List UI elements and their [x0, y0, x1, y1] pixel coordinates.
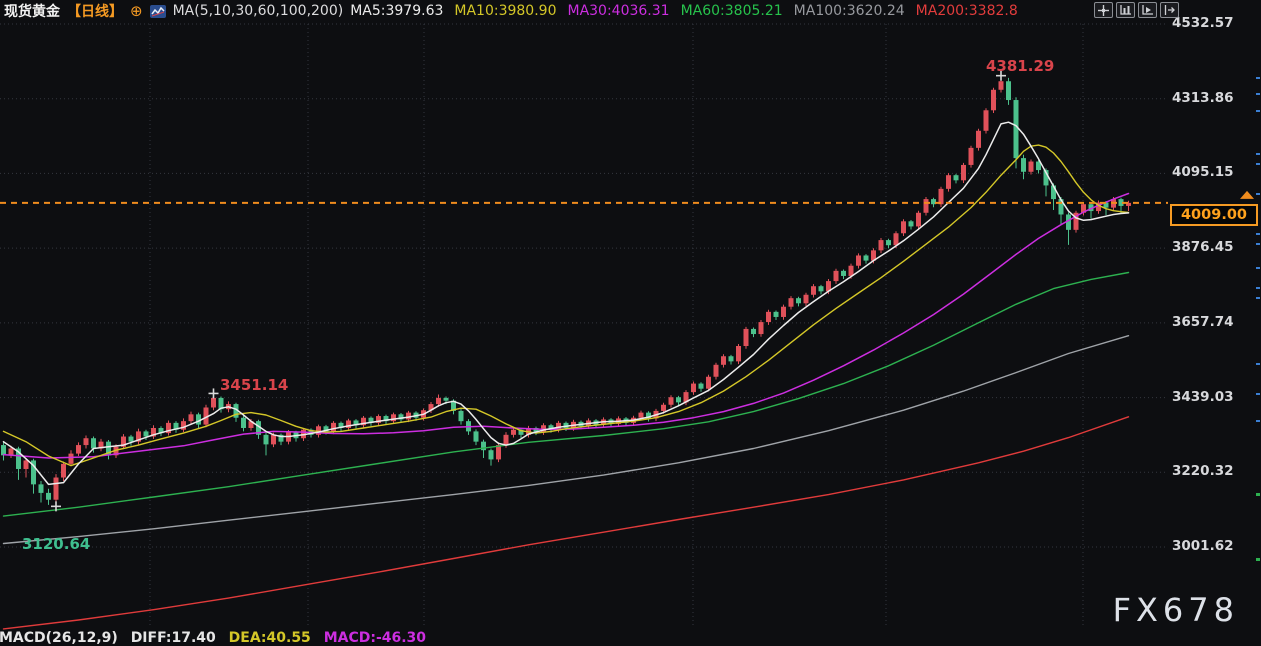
instrument-title: 现货黄金: [4, 4, 60, 20]
price-annotation: 4381.29: [986, 57, 1054, 75]
scroll-to-price-icon: [1240, 190, 1254, 199]
macd-dea-value: DEA:40.55: [228, 630, 311, 646]
price-chart[interactable]: 4381.29 3451.14 3120.64: [0, 0, 1261, 639]
chart-toolbar: [1094, 2, 1179, 18]
chart-header: 现货黄金 【日线】 ⊕ MA(5,10,30,60,100,200) MA5:3…: [0, 0, 1261, 22]
macd-params-label: MACD(26,12,9): [0, 630, 118, 646]
axis-bars-icon[interactable]: [1116, 2, 1135, 18]
axis-label: 3220.32: [1172, 463, 1234, 480]
ma-legend-item: MA60:3805.21: [680, 3, 783, 19]
pane-arrow-icon[interactable]: [1160, 2, 1179, 18]
last-price-badge: 4009.00: [1170, 203, 1258, 226]
ma-legend: MA5:3979.63 MA10:3980.90 MA30:4036.31 MA60:…: [350, 3, 1029, 19]
price-annotation: 3451.14: [220, 376, 288, 394]
axis-label: 4095.15: [1172, 164, 1234, 181]
ma-legend-item: MA200:3382.8: [915, 3, 1018, 19]
ma-legend-item: MA100:3620.24: [793, 3, 905, 19]
axis-label: 3876.45: [1172, 239, 1234, 256]
macd-value: MACD:-46.30: [323, 630, 427, 646]
axis-label: 4313.86: [1172, 89, 1234, 106]
macd-status-bar: MACD(26,12,9) DIFF:17.40 DEA:40.55 MACD:…: [0, 630, 434, 646]
ma-legend-item: MA30:4036.31: [567, 3, 670, 19]
price-annotation: 3120.64: [22, 535, 90, 553]
watermark: FX678: [1112, 591, 1239, 629]
macd-diff-value: DIFF:17.40: [130, 630, 216, 646]
ma-legend-item: MA10:3980.90: [454, 3, 557, 19]
ma-legend-item: MA5:3979.63: [350, 3, 444, 19]
mini-chart-icon[interactable]: [149, 4, 166, 18]
ma-settings-label[interactable]: MA(5,10,30,60,100,200): [173, 3, 344, 19]
axis-play-icon[interactable]: [1138, 2, 1157, 18]
axis-label: 3439.03: [1172, 388, 1234, 405]
crosshair-move-icon[interactable]: [1094, 2, 1113, 18]
period-label[interactable]: 【日线】: [67, 1, 123, 21]
axis-label: 3001.62: [1172, 538, 1234, 554]
axis-label: 3657.74: [1172, 313, 1234, 330]
circle-plus-icon[interactable]: ⊕: [130, 4, 143, 19]
